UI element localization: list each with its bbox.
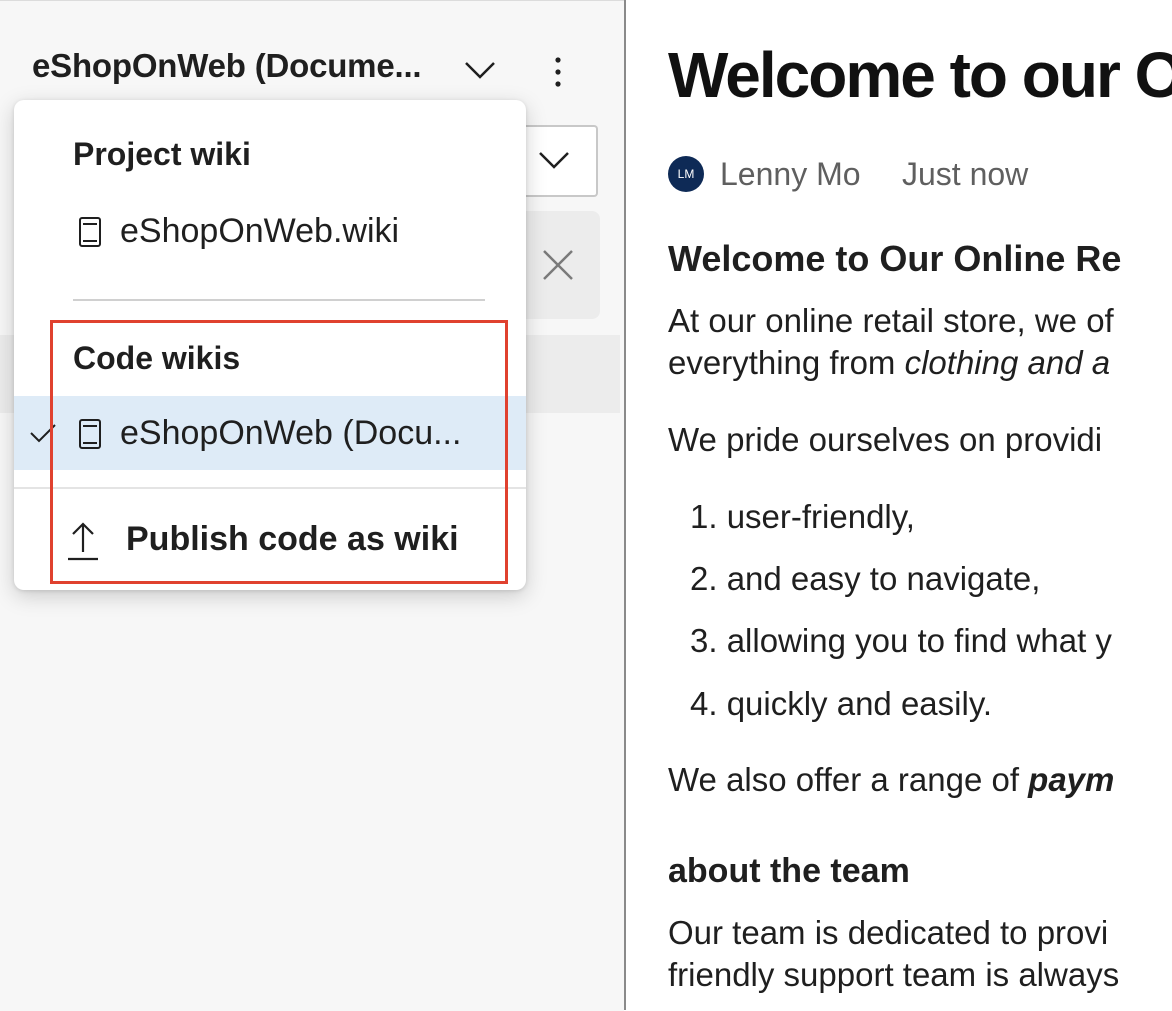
article-paragraph: We also offer a range of paym bbox=[668, 759, 1114, 801]
bold-italic-text: paym bbox=[1028, 761, 1115, 798]
paragraph-text: We also offer a range of bbox=[668, 761, 1029, 798]
wiki-item-label: eShopOnWeb.wiki bbox=[120, 212, 400, 250]
paragraph-line: At our online retail store, we of bbox=[668, 302, 1114, 339]
paragraph-line: friendly support team is always bbox=[668, 956, 1120, 993]
paragraph-text: everything from bbox=[668, 344, 905, 381]
wiki-selector-label[interactable]: eShopOnWeb (Docume... bbox=[32, 47, 422, 85]
project-wiki-group-title: Project wiki bbox=[73, 136, 251, 172]
emphasis-text: clothing and a bbox=[904, 344, 1111, 381]
paragraph-line: everything from clothing and a bbox=[668, 342, 1114, 384]
paragraph-line: Our team is dedicated to provi bbox=[668, 914, 1109, 951]
more-options-icon[interactable] bbox=[548, 55, 568, 89]
avatar[interactable]: LM bbox=[668, 156, 704, 192]
author-name[interactable]: Lenny Mo bbox=[720, 156, 861, 193]
article-paragraph: At our online retail store, we of everyt… bbox=[668, 300, 1114, 384]
list-item: 2. and easy to navigate, bbox=[690, 560, 1041, 597]
list-item: 1. user-friendly, bbox=[690, 498, 915, 535]
article-paragraph: Our team is dedicated to provi friendly … bbox=[668, 912, 1119, 996]
last-edited-timestamp: Just now bbox=[902, 156, 1029, 192]
book-icon bbox=[79, 217, 101, 247]
article-paragraph: We pride ourselves on providi bbox=[668, 421, 1103, 458]
list-item: 4. quickly and easily. bbox=[690, 685, 993, 722]
chevron-down-icon[interactable] bbox=[462, 55, 498, 83]
dropdown-divider bbox=[73, 299, 485, 301]
pane-divider[interactable] bbox=[624, 0, 626, 1010]
article-heading: Welcome to Our Online Re bbox=[668, 238, 1122, 279]
list-item: 3. allowing you to find what y bbox=[690, 622, 1112, 659]
wiki-article: Welcome to our O LM Lenny Mo Just now We… bbox=[668, 0, 1172, 1010]
close-icon[interactable] bbox=[538, 245, 578, 285]
section-heading: about the team bbox=[668, 852, 910, 890]
page-title: Welcome to our O bbox=[668, 39, 1172, 111]
annotation-highlight-box bbox=[50, 320, 508, 584]
chevron-down-icon[interactable] bbox=[536, 145, 572, 173]
wiki-item-eshoponweb-wiki[interactable]: eShopOnWeb.wiki bbox=[14, 194, 526, 268]
